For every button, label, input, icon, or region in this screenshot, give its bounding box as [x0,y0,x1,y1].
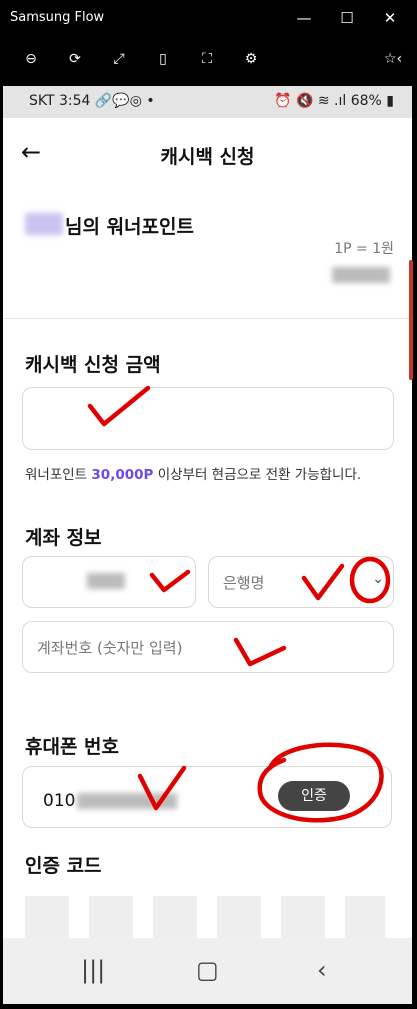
account-number-placeholder: 계좌번호 (숫자만 입력) [37,639,183,657]
maximize-button[interactable]: ☐ [333,6,361,30]
screenshot-icon[interactable]: ⛶ [196,48,218,70]
phone-number-blurred [77,793,177,809]
flow-toolbar: ⊖ ⟳ ⤢ ▯ ⛶ ⚙ ☆‹ [0,36,417,82]
status-left: SKT 3:54 🔗💬◎ • [29,93,155,109]
info-amount: 30,000P [91,467,154,483]
account-number-input[interactable]: 계좌번호 (숫자만 입력) [22,621,394,673]
phone-icon[interactable]: ▯ [152,48,174,70]
verify-button[interactable]: 인증 [278,781,350,811]
window-title: Samsung Flow [10,10,105,25]
android-nav-bar: ||| ▢ ‹ [3,938,412,1004]
wifi-icon: ≋ [317,93,330,109]
status-right: ⏰ 🔇 ≋ .ıl 68% ▮ [274,93,394,109]
window-titlebar: Samsung Flow — ☐ ✕ [0,0,417,36]
page-header: ← 캐시백 신청 [3,120,412,182]
cashback-amount-title: 캐시백 신청 금액 [25,354,161,376]
settings-icon[interactable]: ⚙ [240,48,262,70]
account-holder-input[interactable] [22,556,196,608]
battery-icon: ▮ [386,93,394,109]
home-icon[interactable]: ▢ [196,956,219,984]
chevron-down-icon: ⌄ [372,571,384,587]
account-holder-blurred [87,573,125,589]
page-title: 캐시백 신청 [160,146,255,168]
verification-code-title: 인증 코드 [25,855,102,877]
username-blurred [25,213,63,235]
phone-screen: SKT 3:54 🔗💬◎ • ⏰ 🔇 ≋ .ıl 68% ▮ ← 캐시백 신청 … [3,86,412,1004]
points-owner-label: 님의 워너포인트 [65,216,194,238]
carrier: SKT [29,93,55,109]
info-prefix: 워너포인트 [25,467,92,483]
expand-icon[interactable]: ⤢ [108,48,130,70]
info-suffix: 이상부터 현금으로 전환 가능합니다. [153,467,362,483]
point-rate: 1P = 1원 [334,241,394,257]
back-icon[interactable]: ‹ [317,956,327,984]
phone-prefix: 010 [43,791,76,811]
mute-icon: 🔇 [295,93,314,109]
account-info-title: 계좌 정보 [25,527,102,549]
status-bar: SKT 3:54 🔗💬◎ • ⏰ 🔇 ≋ .ıl 68% ▮ [3,86,412,118]
minus-circle-icon[interactable]: ⊖ [20,48,42,70]
battery-level: 68% [350,93,382,109]
phone-number-title: 휴대폰 번호 [25,736,120,758]
point-balance-blurred [332,267,390,283]
section-divider [3,318,412,319]
signal-icon: .ıl [334,93,347,109]
rotate-icon[interactable]: ⟳ [64,48,86,70]
cashback-info: 워너포인트 30,000P 이상부터 현금으로 전환 가능합니다. [25,463,361,483]
notification-icons: 🔗💬◎ • [94,93,155,109]
clock: 3:54 [59,93,91,109]
recent-apps-icon[interactable]: ||| [81,956,105,984]
bank-select[interactable]: 은행명 ⌄ [208,556,394,608]
alarm-icon: ⏰ [274,93,292,109]
edge-panel-handle[interactable] [409,260,413,380]
close-button[interactable]: ✕ [376,6,404,30]
cashback-amount-input[interactable] [22,387,394,450]
bank-placeholder: 은행명 [223,574,265,592]
minimize-button[interactable]: — [290,6,318,30]
favorite-icon[interactable]: ☆‹ [376,48,410,70]
